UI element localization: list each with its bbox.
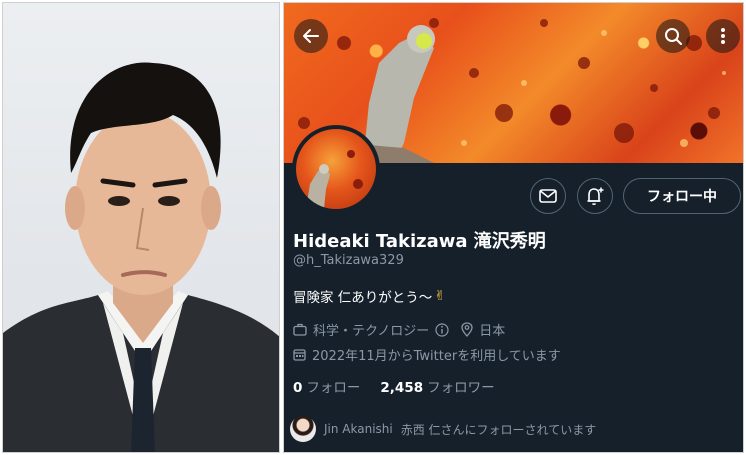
following-label: フォロー (306, 380, 361, 396)
followers-stat[interactable]: 2,458 フォロワー (380, 376, 494, 396)
location-pin-icon (461, 322, 473, 337)
search-icon (665, 28, 682, 45)
profile-location: 日本 (479, 324, 506, 339)
back-arrow-icon (303, 29, 319, 43)
following-button[interactable]: フォロー中 (623, 178, 741, 214)
notify-button[interactable] (577, 178, 613, 214)
followed-by-text: 赤西 仁さんにフォローされています (400, 422, 597, 437)
portrait-photo (2, 2, 280, 453)
more-vertical-icon (721, 28, 725, 44)
joined-row: 2022年11月からTwitterを利用しています (293, 345, 561, 364)
briefcase-icon (293, 323, 307, 336)
follower-name: Jin Akanishi (324, 422, 393, 436)
twitter-profile-panel: フォロー中 Hideaki Takizawa 滝沢秀明 @h_Takizawa3… (283, 2, 744, 453)
following-stat[interactable]: 0 フォロー (293, 376, 360, 396)
display-name: Hideaki Takizawa 滝沢秀明 (293, 231, 546, 252)
category-location-row: 科学・テクノロジー 日本 (293, 320, 505, 339)
info-icon[interactable] (435, 322, 449, 337)
follower-avatar (290, 416, 316, 442)
following-count: 0 (293, 380, 303, 396)
calendar-icon (293, 349, 306, 361)
search-button[interactable] (656, 19, 690, 53)
bio-text: 冒険家 仁ありがとう〜 (293, 290, 433, 306)
followers-label: フォロワー (427, 380, 495, 396)
follow-stats: 0 フォロー 2,458 フォロワー (293, 376, 495, 396)
profile-avatar[interactable] (292, 125, 380, 213)
message-button[interactable] (530, 178, 566, 214)
user-handle: @h_Takizawa329 (293, 253, 404, 268)
back-button[interactable] (294, 19, 328, 53)
followers-count: 2,458 (380, 380, 424, 396)
profile-bio: 冒険家 仁ありがとう〜 ✌ (293, 286, 446, 306)
victory-hand-emoji: ✌ (434, 288, 446, 304)
mail-icon (539, 189, 557, 203)
bell-plus-icon (587, 187, 604, 205)
avatar-illustration (306, 150, 363, 209)
portrait-illustration (3, 62, 279, 452)
profile-category: 科学・テクノロジー (313, 324, 430, 339)
more-button[interactable] (706, 19, 740, 53)
followed-by-row[interactable]: Jin Akanishi 赤西 仁さんにフォローされています (290, 415, 596, 443)
joined-date: 2022年11月からTwitterを利用しています (312, 349, 561, 364)
